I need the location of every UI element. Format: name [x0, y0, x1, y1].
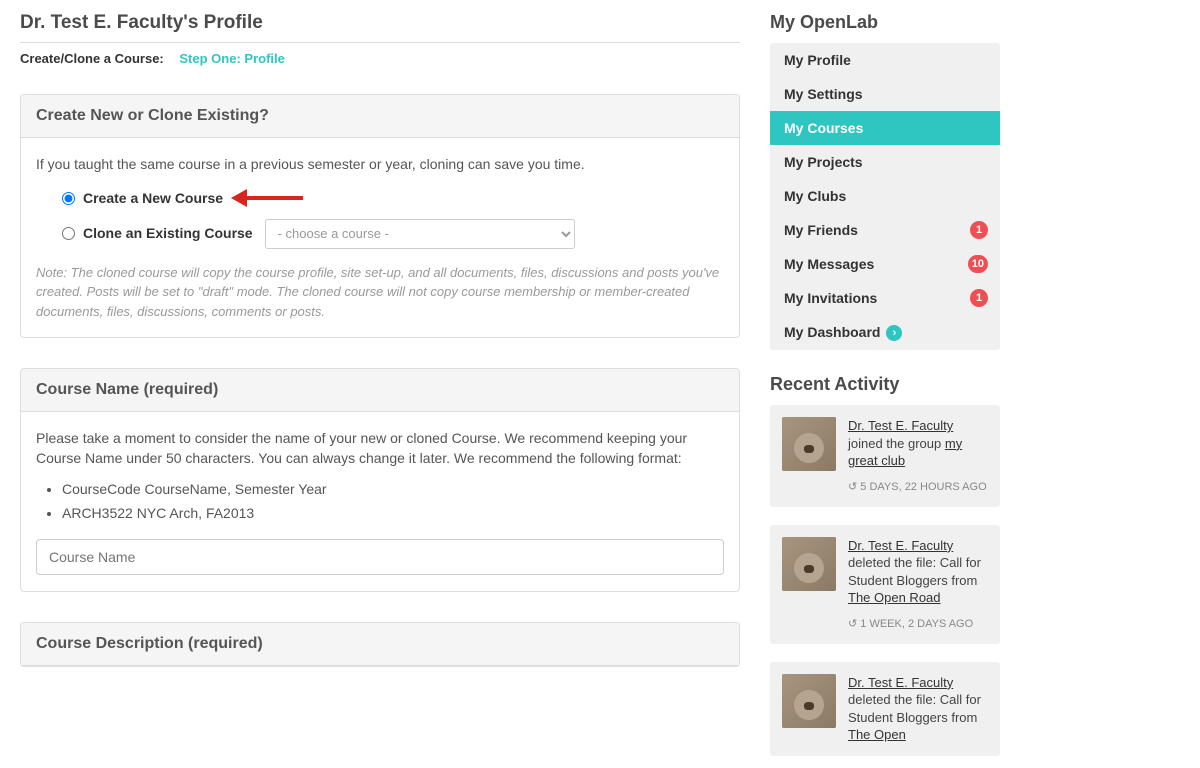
sidebar-item-label: My Projects	[784, 154, 863, 170]
sidebar-item-my-friends[interactable]: My Friends 1	[770, 213, 1000, 247]
sidebar-item-label: My Friends	[784, 222, 858, 238]
clone-note: Note: The cloned course will copy the co…	[36, 263, 724, 322]
sidebar-item-my-messages[interactable]: My Messages 10	[770, 247, 1000, 281]
course-description-heading: Course Description (required)	[21, 623, 739, 666]
sidebar-item-label: My Invitations	[784, 290, 877, 306]
avatar[interactable]	[782, 537, 836, 591]
clone-existing-radio[interactable]	[62, 227, 75, 240]
sidebar-item-my-clubs[interactable]: My Clubs	[770, 179, 1000, 213]
activity-user-link[interactable]: Dr. Test E. Faculty	[848, 675, 953, 690]
sidebar-item-my-projects[interactable]: My Projects	[770, 145, 1000, 179]
activity-action: joined the group	[848, 436, 945, 451]
activity-item: Dr. Test E. Faculty joined the group my …	[770, 405, 1000, 506]
create-new-label: Create a New Course	[83, 188, 223, 208]
sidebar-item-my-invitations[interactable]: My Invitations 1	[770, 281, 1000, 315]
sidebar-title: My OpenLab	[770, 12, 1000, 33]
activity-action: deleted the file: Call for Student Blogg…	[848, 555, 981, 588]
sidebar-item-label: My Profile	[784, 52, 851, 68]
sidebar-item-my-dashboard[interactable]: My Dashboard ›	[770, 315, 1000, 350]
format-example-1: CourseCode CourseName, Semester Year	[62, 479, 724, 499]
breadcrumb-step: Step One: Profile	[179, 51, 284, 66]
clone-existing-label: Clone an Existing Course	[83, 223, 253, 243]
choose-course-select[interactable]: - choose a course -	[265, 219, 575, 249]
create-clone-intro: If you taught the same course in a previ…	[36, 154, 724, 174]
sidebar-item-label: My Messages	[784, 256, 874, 272]
course-name-input[interactable]	[36, 539, 724, 575]
breadcrumb-label: Create/Clone a Course:	[20, 51, 164, 66]
sidebar-item-label: My Courses	[784, 120, 863, 136]
course-name-heading: Course Name (required)	[21, 369, 739, 412]
course-description-panel: Course Description (required)	[20, 622, 740, 667]
sidebar-item-label: My Dashboard	[784, 324, 880, 340]
messages-badge: 10	[968, 255, 988, 273]
activity-user-link[interactable]: Dr. Test E. Faculty	[848, 538, 953, 553]
format-example-2: ARCH3522 NYC Arch, FA2013	[62, 503, 724, 523]
sidebar-item-my-profile[interactable]: My Profile	[770, 43, 1000, 77]
sidebar-item-my-settings[interactable]: My Settings	[770, 77, 1000, 111]
sidebar-item-label: My Settings	[784, 86, 863, 102]
create-new-radio[interactable]	[62, 192, 75, 205]
invitations-badge: 1	[970, 289, 988, 307]
chevron-right-icon: ›	[886, 325, 902, 341]
activity-user-link[interactable]: Dr. Test E. Faculty	[848, 418, 953, 433]
sidebar-item-my-courses[interactable]: My Courses	[770, 111, 1000, 145]
page-title: Dr. Test E. Faculty's Profile	[20, 12, 740, 43]
sidebar-item-label: My Clubs	[784, 188, 846, 204]
activity-time: 5 DAYS, 22 HOURS AGO	[848, 480, 988, 495]
friends-badge: 1	[970, 221, 988, 239]
course-name-panel: Course Name (required) Please take a mom…	[20, 368, 740, 592]
avatar[interactable]	[782, 417, 836, 471]
avatar[interactable]	[782, 674, 836, 728]
activity-action: deleted the file: Call for Student Blogg…	[848, 692, 981, 725]
activity-item: Dr. Test E. Faculty deleted the file: Ca…	[770, 525, 1000, 644]
course-name-intro: Please take a moment to consider the nam…	[36, 428, 724, 469]
recent-activity-title: Recent Activity	[770, 374, 1000, 395]
create-clone-panel: Create New or Clone Existing? If you tau…	[20, 94, 740, 338]
sidebar-nav: My Profile My Settings My Courses My Pro…	[770, 43, 1000, 350]
activity-target-link[interactable]: The Open Road	[848, 590, 941, 605]
activity-item: Dr. Test E. Faculty deleted the file: Ca…	[770, 662, 1000, 756]
create-clone-heading: Create New or Clone Existing?	[21, 95, 739, 138]
activity-time: 1 WEEK, 2 DAYS AGO	[848, 617, 988, 632]
activity-target-link[interactable]: The Open	[848, 727, 906, 742]
pointer-arrow-icon	[231, 189, 303, 207]
breadcrumb: Create/Clone a Course: Step One: Profile	[20, 51, 740, 66]
